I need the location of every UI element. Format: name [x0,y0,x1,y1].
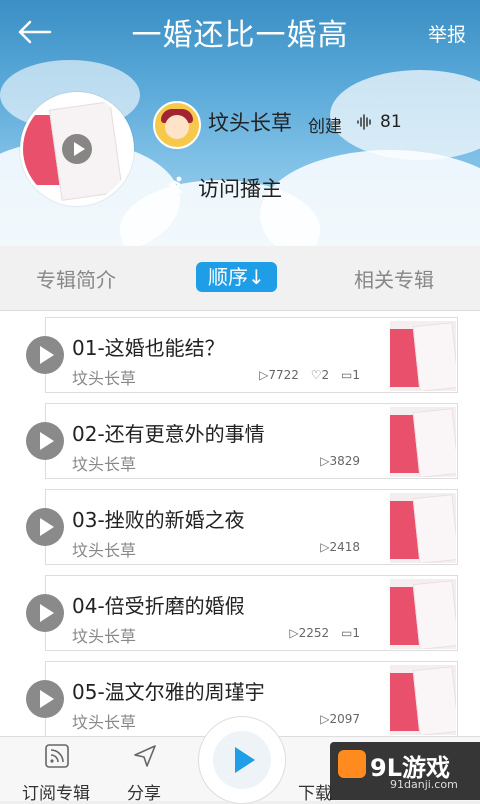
avatar-face [165,115,189,139]
track-title: 02-还有更意外的事情 [72,422,265,446]
brand-logo-icon [338,750,366,778]
track-thumbnail [390,321,456,391]
play-count: 3829 [329,454,360,468]
track-author: 坟头长草 [72,541,137,560]
comment-count: 1 [352,626,360,640]
tab-album-intro[interactable]: 专辑简介 [36,264,116,293]
track-stats: ▷2418 [312,540,360,554]
play-icon[interactable] [26,422,64,460]
track-row[interactable]: 04-倍受折磨的婚假 坟头长草 ▷2252 ▭1 [0,569,480,655]
like-icon: ♡ [310,368,322,382]
track-stats: ▷2097 [312,712,360,726]
comment-icon: ▭ [341,626,353,640]
play-count: 2252 [298,626,330,640]
subscribe-album-label: 订阅专辑 [22,784,90,804]
track-title: 04-倍受折磨的婚假 [72,594,245,618]
thumb-art-paper [412,408,456,477]
now-playing-button[interactable] [198,716,286,804]
track-stats: ▷3829 [312,454,360,468]
sound-wave-icon [357,114,371,130]
track-author: 坟头长草 [72,713,137,732]
track-row[interactable]: 01-这婚也能结？ 坟头长草 ▷7722 ♡2 ▭1 [0,311,480,397]
track-thumbnail [390,665,456,735]
track-title: 03-挫败的新婚之夜 [72,508,245,532]
comment-icon: ▭ [341,368,353,382]
thumb-art-paper [412,494,456,563]
back-arrow-icon[interactable] [14,16,54,48]
play-icon[interactable] [26,594,64,632]
thumb-art-paper [412,322,456,391]
play-icon [213,731,271,789]
author-avatar[interactable] [153,101,201,149]
like-count: 2 [321,368,330,382]
track-author: 坟头长草 [72,369,137,388]
play-icon[interactable] [26,680,64,718]
tab-bar: 专辑简介 顺序↓ 相关专辑 [0,246,480,311]
share-button[interactable]: 分享 [94,737,194,804]
watermark-site: 91danji.com [390,778,458,791]
track-author: 坟头长草 [72,455,137,474]
share-label: 分享 [127,784,161,804]
comment-count: 1 [352,368,360,382]
cover-play-icon[interactable] [62,134,92,164]
subscribe-album-button[interactable]: 订阅专辑 [6,737,106,804]
play-count-icon: ▷ [289,626,299,640]
play-icon[interactable] [26,336,64,374]
track-title: 05-温文尔雅的周瑾宇 [72,680,265,704]
cloud-decoration [260,150,480,246]
album-cover[interactable] [20,92,134,206]
visit-host-link[interactable]: 访问播主 [198,173,282,203]
play-count: 7722 [268,368,299,382]
tab-order[interactable]: 顺序↓ [196,262,277,292]
runner-icon [166,176,183,197]
track-thumbnail [390,579,456,649]
track-stats: ▷2252 ▭1 [281,626,360,640]
cloud-decoration [330,70,480,160]
thumb-art-paper [412,666,456,735]
fans-count: 81 [380,112,402,132]
track-thumbnail [390,493,456,563]
track-row[interactable]: 03-挫败的新婚之夜 坟头长草 ▷2418 [0,483,480,569]
thumb-art-paper [412,580,456,649]
track-author: 坟头长草 [72,627,137,646]
watermark-logo: 9L游戏 91danji.com [330,742,480,800]
play-icon[interactable] [26,508,64,546]
track-thumbnail [390,407,456,477]
tab-related-albums[interactable]: 相关专辑 [354,264,434,293]
track-row[interactable]: 02-还有更意外的事情 坟头长草 ▷3829 [0,397,480,483]
play-count: 2097 [329,712,360,726]
track-stats: ▷7722 ♡2 ▭1 [251,368,360,382]
track-title: 01-这婚也能结？ [72,336,225,360]
page-title: 一婚还比一婚高 [131,18,349,53]
report-button[interactable]: 举报 [428,20,466,47]
share-arrow-icon [134,745,156,767]
play-count: 2418 [329,540,360,554]
track-list: 01-这婚也能结？ 坟头长草 ▷7722 ♡2 ▭1 02-还有更意外的事情 坟… [0,311,480,736]
top-bar: 一婚还比一婚高 举报 [0,0,480,64]
rss-icon [45,744,69,768]
created-label: 创建 [308,117,342,137]
author-name[interactable]: 坟头长草 [208,107,292,137]
album-header: 一婚还比一婚高 举报 坟头长草 创建 81 访问播主 [0,0,480,246]
